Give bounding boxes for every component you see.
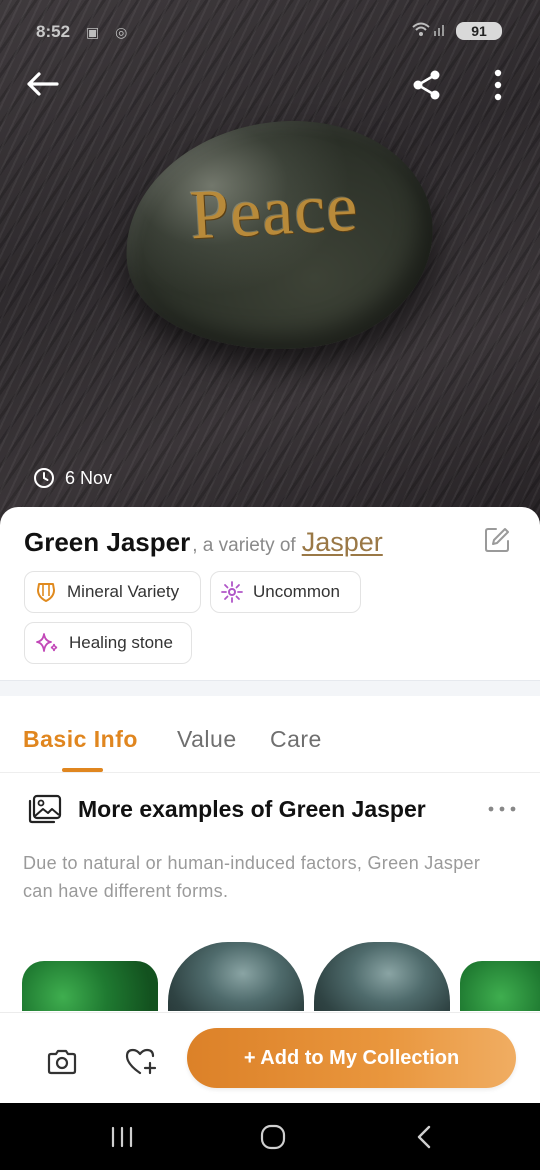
parent-mineral-link[interactable]: Jasper xyxy=(302,527,383,558)
camera-button[interactable] xyxy=(40,1040,84,1084)
edit-button[interactable] xyxy=(480,523,514,557)
wifi-signal-icon xyxy=(412,21,448,40)
gallery-icon xyxy=(28,794,62,824)
home-button[interactable] xyxy=(249,1117,297,1157)
tab-care[interactable]: Care xyxy=(270,726,322,753)
photo-date-text: 6 Nov xyxy=(65,467,113,488)
specimen-name: Green Jasper xyxy=(24,527,191,557)
active-tab-indicator xyxy=(62,768,103,772)
tag-mineral-variety[interactable]: Mineral Variety xyxy=(24,571,201,613)
section-description: Due to natural or human-induced factors,… xyxy=(23,853,481,901)
back-button[interactable] xyxy=(20,62,64,106)
sparkles-icon xyxy=(36,633,58,652)
tag-label: Uncommon xyxy=(253,582,340,601)
horizontal-dots-icon xyxy=(488,806,516,812)
heart-plus-icon xyxy=(125,1048,157,1075)
status-time: 8:52 xyxy=(36,22,71,41)
bottom-action-bar: + Add to My Collection xyxy=(0,1012,540,1103)
camera-icon xyxy=(47,1049,77,1075)
tag-label: Healing stone xyxy=(69,633,173,652)
section-divider xyxy=(0,680,540,696)
share-icon xyxy=(413,70,440,100)
tag-label: Mineral Variety xyxy=(67,582,180,601)
example-image[interactable] xyxy=(168,942,304,1011)
edit-icon xyxy=(485,528,509,552)
arrow-left-icon xyxy=(27,72,59,96)
example-image[interactable] xyxy=(314,942,450,1011)
info-tabs: Basic Info Value Care xyxy=(0,696,540,773)
more-options-button[interactable] xyxy=(476,63,520,107)
chevron-left-icon xyxy=(417,1125,431,1149)
tab-value[interactable]: Value xyxy=(177,726,237,753)
example-gallery xyxy=(0,939,540,1011)
status-right: 91 xyxy=(412,21,502,40)
status-notification-icons: ▣ ◎ xyxy=(86,24,134,40)
variety-prefix: , a variety of xyxy=(192,535,296,556)
vertical-dots-icon xyxy=(494,69,502,101)
share-button[interactable] xyxy=(405,63,449,107)
favorite-button[interactable] xyxy=(119,1040,163,1084)
tab-basic-info[interactable]: Basic Info xyxy=(23,726,138,753)
battery-indicator: 91 xyxy=(456,21,502,40)
specimen-title: Green Jasper , a variety of Jasper xyxy=(24,527,494,558)
gem-shield-icon xyxy=(37,583,55,602)
sparkle-burst-icon xyxy=(221,581,243,603)
system-back-button[interactable] xyxy=(400,1117,448,1157)
photo-date: 6 Nov xyxy=(33,467,112,489)
recent-apps-icon xyxy=(111,1126,133,1148)
stone-engraving: Peace xyxy=(188,168,361,255)
section-title: More examples of Green Jasper xyxy=(78,795,426,822)
system-navigation-bar xyxy=(0,1103,540,1170)
example-image[interactable] xyxy=(460,961,540,1011)
tag-healing-stone[interactable]: Healing stone xyxy=(24,622,192,664)
recent-apps-button[interactable] xyxy=(98,1117,146,1157)
clock-icon xyxy=(34,468,54,488)
tag-rarity[interactable]: Uncommon xyxy=(210,571,361,613)
home-icon xyxy=(260,1124,286,1150)
hero-photo: Peace 8:52 ▣ ◎ 91 6 Nov xyxy=(0,0,540,530)
examples-section-header: More examples of Green Jasper xyxy=(28,792,520,826)
status-bar: 8:52 ▣ ◎ 91 xyxy=(0,14,540,50)
add-to-collection-button[interactable]: + Add to My Collection xyxy=(187,1028,516,1088)
section-more-button[interactable] xyxy=(484,792,520,826)
example-image[interactable] xyxy=(22,961,158,1011)
